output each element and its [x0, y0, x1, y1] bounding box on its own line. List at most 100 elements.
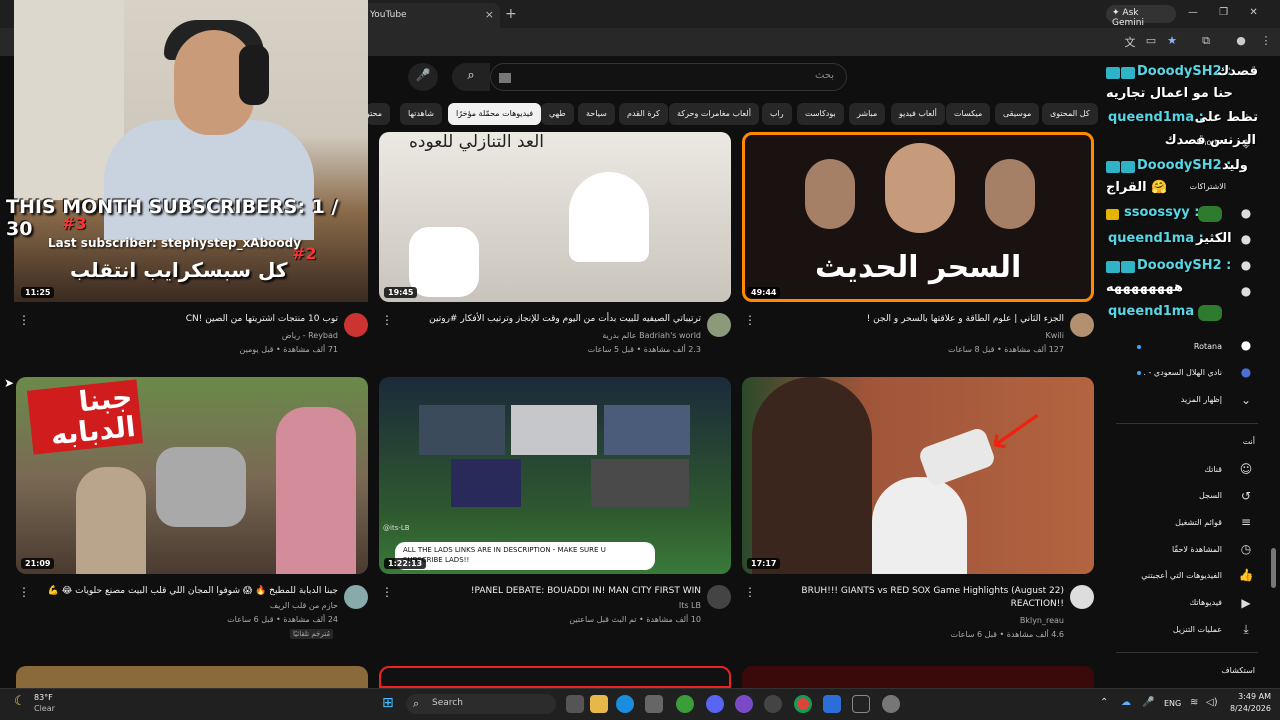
ask-gemini-button[interactable]: ✦ Ask Gemini	[1106, 5, 1176, 28]
chip-football[interactable]: كرة القدم	[619, 103, 668, 125]
chip-action-adventure[interactable]: ألعاب مغامرات وحركة	[669, 103, 759, 125]
chevron-down-icon[interactable]: ⌄	[1238, 393, 1254, 407]
chip-all[interactable]: كل المحتوى	[1042, 103, 1098, 125]
channel-avatar[interactable]	[707, 313, 731, 337]
settings-icon[interactable]	[882, 695, 900, 713]
video-title[interactable]: جبنا الدبابة للمطبخ 🔥 😱 شوفوا المجان الل…	[40, 585, 338, 598]
app-icon[interactable]	[764, 695, 782, 713]
video-thumbnail-2[interactable]: العد التنازلي للعوده	[379, 132, 731, 302]
file-explorer-icon[interactable]	[590, 695, 608, 713]
chip-rap[interactable]: راب	[762, 103, 792, 125]
channel-avatar[interactable]	[707, 585, 731, 609]
channel-avatar[interactable]	[344, 313, 368, 337]
sidebar-item-downloads[interactable]: عمليات التنزيل	[1150, 625, 1222, 634]
channel-name[interactable]: Badriah's world عالم بدرية	[403, 329, 701, 342]
video-title[interactable]: BRUH!!! GIANTS vs RED SOX Game Highlight…	[766, 585, 1064, 611]
chip-music[interactable]: موسيقى	[995, 103, 1040, 125]
extensions-icon[interactable]: ⧉	[1198, 34, 1214, 50]
weather-temp[interactable]: 83°F	[34, 693, 53, 702]
video-thumbnail-3[interactable]: السحر الحديث	[742, 132, 1094, 302]
channel-avatar[interactable]	[1070, 585, 1094, 609]
chrome-icon[interactable]	[794, 695, 812, 713]
app-icon[interactable]	[735, 695, 753, 713]
search-icon[interactable]: ⌕	[452, 63, 490, 91]
video-title[interactable]: PANEL DEBATE: BOUADDI IN! MAN CITY FIRST…	[403, 585, 701, 598]
clock-date[interactable]: 8/24/2026	[1225, 704, 1271, 713]
tab-youtube[interactable]: YouTube ×	[362, 3, 500, 28]
weather-condition[interactable]: Clear	[34, 704, 55, 713]
alhilal-avatar[interactable]: ●	[1238, 365, 1254, 379]
video-title[interactable]: توب 10 منتجات اشتريتها من الصين !CN	[40, 313, 338, 326]
taskbar-search[interactable]: Search	[406, 694, 556, 714]
thumbs-up-icon[interactable]: 👍	[1238, 568, 1254, 582]
channel-name[interactable]: حازم من قلب الريف	[40, 599, 338, 612]
sidebar-item-watch-later[interactable]: المشاهدة لاحقًا	[1150, 545, 1222, 554]
sidebar-show-more[interactable]: إظهار المزيد	[1150, 395, 1222, 404]
video-title[interactable]: ترتيباتي الصيفيه للبيت بدأت من اليوم وقت…	[403, 313, 701, 326]
scrollbar[interactable]	[1271, 548, 1276, 588]
channel-icon[interactable]: ☺	[1238, 462, 1254, 476]
your-videos-icon[interactable]: ▶	[1238, 596, 1254, 610]
video-thumbnail-9[interactable]	[742, 666, 1094, 688]
new-tab-button[interactable]: +	[505, 6, 517, 22]
chip-watched[interactable]: شاهدتها	[400, 103, 442, 125]
more-options-icon[interactable]: ⋮	[18, 313, 30, 327]
video-thumbnail-5[interactable]: @its-LB ALL THE LADS LINKS ARE IN DESCRI…	[379, 377, 731, 574]
channel-name[interactable]: Reybad - رياض	[40, 329, 338, 342]
chip-mixes[interactable]: ميكسات	[946, 103, 991, 125]
more-options-icon[interactable]: ⋮	[744, 313, 756, 327]
voice-search-icon[interactable]: 🎤	[408, 63, 438, 91]
sidebar-item-liked[interactable]: الفيديوهات التي أعجبتني	[1130, 571, 1222, 580]
discord-icon[interactable]	[706, 695, 724, 713]
video-thumbnail-8[interactable]	[379, 666, 731, 688]
store-icon[interactable]	[645, 695, 663, 713]
sidebar-explore-heading[interactable]: استكشاف	[1160, 666, 1255, 675]
tab-close-button[interactable]: ×	[485, 8, 494, 21]
xbox-icon[interactable]	[676, 695, 694, 713]
more-options-icon[interactable]: ⋮	[744, 585, 756, 599]
cast-icon[interactable]: ▭	[1143, 34, 1159, 50]
chip-cooking[interactable]: طهي	[541, 103, 574, 125]
app-icon[interactable]	[823, 695, 841, 713]
clock-icon[interactable]: ◷	[1238, 542, 1254, 556]
chevron-up-icon[interactable]: ⌃	[1100, 697, 1108, 708]
volume-icon[interactable]: ◁)	[1206, 697, 1218, 708]
profile-avatar[interactable]: ●	[1233, 34, 1249, 50]
download-icon[interactable]: ⤓	[1238, 622, 1254, 637]
channel-avatar[interactable]: ●	[1238, 258, 1254, 272]
cloud-icon[interactable]: ☁	[1121, 697, 1131, 708]
video-thumbnail-4[interactable]: جبنا الدبابه	[16, 377, 368, 574]
chip-recently-uploaded[interactable]: فيديوهات محمّلة مؤخرًا	[448, 103, 542, 125]
rotana-avatar[interactable]: ●	[1238, 338, 1254, 352]
video-title[interactable]: الجزء الثاني | علوم الطاقة و علاقتها بال…	[766, 313, 1064, 326]
channel-avatar[interactable]: ●	[1238, 284, 1254, 298]
edge-icon[interactable]	[616, 695, 634, 713]
app-icon[interactable]	[852, 695, 870, 713]
chip-live[interactable]: مباشر	[849, 103, 886, 125]
chip-tourism[interactable]: سياحة	[578, 103, 615, 125]
channel-name[interactable]: Bklyn_reau	[766, 614, 1064, 627]
sidebar-item-history[interactable]: السجل	[1150, 491, 1222, 500]
channel-avatar[interactable]	[1070, 313, 1094, 337]
translate-icon[interactable]: 文	[1122, 34, 1138, 50]
channel-avatar[interactable]	[344, 585, 368, 609]
channel-name[interactable]: Its LB	[403, 599, 701, 612]
sidebar-item-your-channel[interactable]: قناتك	[1150, 465, 1222, 474]
search-input[interactable]: بحث	[490, 63, 847, 91]
window-controls[interactable]: — ❐ ✕	[1188, 7, 1258, 18]
history-icon[interactable]: ↺	[1238, 489, 1254, 503]
sidebar-item-playlists[interactable]: قوائم التشغيل	[1150, 518, 1222, 527]
video-thumbnail-6[interactable]: ⟵	[742, 377, 1094, 574]
playlists-icon[interactable]: ≡	[1238, 515, 1254, 529]
language-indicator[interactable]: ENG	[1164, 699, 1181, 708]
sidebar-item-rotana[interactable]: Rotana	[1140, 342, 1222, 351]
clock-time[interactable]: 3:49 AM	[1225, 692, 1271, 701]
more-options-icon[interactable]: ⋮	[18, 585, 30, 599]
windows-start-icon[interactable]: ⊞	[382, 695, 398, 711]
channel-name[interactable]: Kwili	[766, 329, 1064, 342]
sidebar-item-your-videos[interactable]: فيديوهاتك	[1150, 598, 1222, 607]
task-view-icon[interactable]	[566, 695, 584, 713]
chip-podcasts[interactable]: بودكاست	[797, 103, 844, 125]
chrome-menu-icon[interactable]: ⋮	[1258, 34, 1274, 50]
wifi-icon[interactable]: ≋	[1190, 697, 1198, 708]
